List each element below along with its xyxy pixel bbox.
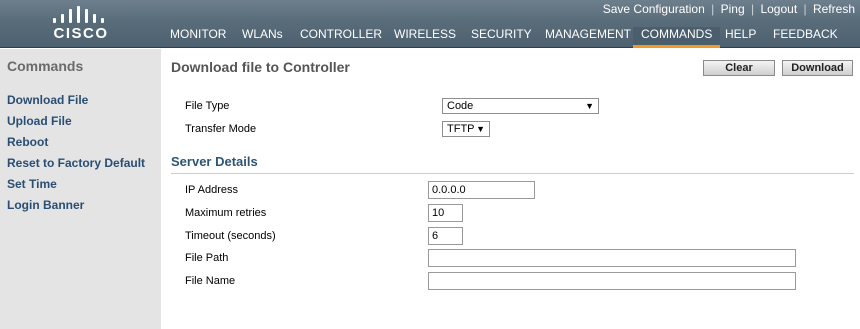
file-type-label: File Type (185, 100, 230, 112)
sidebar-item-set-time[interactable]: Set Time (7, 177, 145, 198)
tab-controller[interactable]: CONTROLLER (292, 27, 390, 48)
page-title: Download file to Controller (171, 59, 350, 75)
main-content: Download file to Controller Clear Downlo… (161, 49, 860, 329)
file-path-input[interactable] (428, 249, 796, 267)
sidebar-title: Commands (7, 58, 84, 74)
max-retries-input[interactable] (428, 204, 463, 222)
transfer-mode-select[interactable]: TFTP ▼ (442, 121, 490, 137)
dropdown-arrow-icon: ▼ (476, 124, 485, 134)
tab-management[interactable]: MANAGEMENT (537, 27, 639, 48)
server-details-heading: Server Details (171, 154, 258, 169)
ping-link[interactable]: Ping (721, 2, 745, 16)
tab-security[interactable]: SECURITY (463, 27, 540, 48)
divider: | (711, 2, 715, 16)
tab-wlans[interactable]: WLANs (234, 27, 291, 48)
file-name-input[interactable] (428, 272, 796, 290)
file-path-label: File Path (185, 252, 229, 264)
file-type-value: Code (447, 100, 474, 112)
sidebar: Commands Download File Upload File Reboo… (0, 49, 161, 329)
transfer-mode-label: Transfer Mode (185, 123, 257, 135)
sidebar-item-download-file[interactable]: Download File (7, 93, 145, 114)
tab-help[interactable]: HELP (717, 27, 764, 48)
logo-wordmark: CISCO (53, 25, 109, 42)
timeout-input[interactable] (428, 227, 463, 245)
section-divider (171, 173, 854, 174)
tab-monitor[interactable]: MONITOR (162, 27, 234, 48)
utility-links: Save Configuration | Ping | Logout | Ref… (603, 2, 855, 16)
timeout-label: Timeout (seconds) (185, 230, 276, 242)
ip-address-label: IP Address (185, 184, 238, 196)
file-type-select[interactable]: Code ▼ (442, 98, 599, 114)
transfer-mode-value: TFTP (447, 123, 475, 135)
sidebar-item-reset-factory-default[interactable]: Reset to Factory Default (7, 156, 145, 177)
divider: | (803, 2, 807, 16)
logout-link[interactable]: Logout (760, 2, 797, 16)
cisco-bridge-icon (52, 6, 108, 23)
sidebar-item-login-banner[interactable]: Login Banner (7, 198, 145, 219)
sidebar-item-upload-file[interactable]: Upload File (7, 114, 145, 135)
sidebar-item-reboot[interactable]: Reboot (7, 135, 145, 156)
dropdown-arrow-icon: ▼ (585, 101, 594, 111)
refresh-link[interactable]: Refresh (813, 2, 855, 16)
tab-wireless[interactable]: WIRELESS (386, 27, 464, 48)
divider: | (750, 2, 755, 16)
tab-commands[interactable]: COMMANDS (633, 27, 721, 48)
clear-button[interactable]: Clear (703, 60, 775, 76)
download-button[interactable]: Download (782, 60, 853, 76)
top-header: CISCO Save Configuration | Ping | Logout… (0, 0, 860, 48)
max-retries-label: Maximum retries (185, 207, 267, 219)
cisco-logo: CISCO (46, 6, 116, 44)
tab-feedback[interactable]: FEEDBACK (765, 27, 846, 48)
ip-address-input[interactable] (428, 181, 535, 199)
save-configuration-link[interactable]: Save Configuration (603, 2, 705, 16)
sidebar-menu: Download File Upload File Reboot Reset t… (7, 93, 145, 219)
file-name-label: File Name (185, 275, 236, 287)
